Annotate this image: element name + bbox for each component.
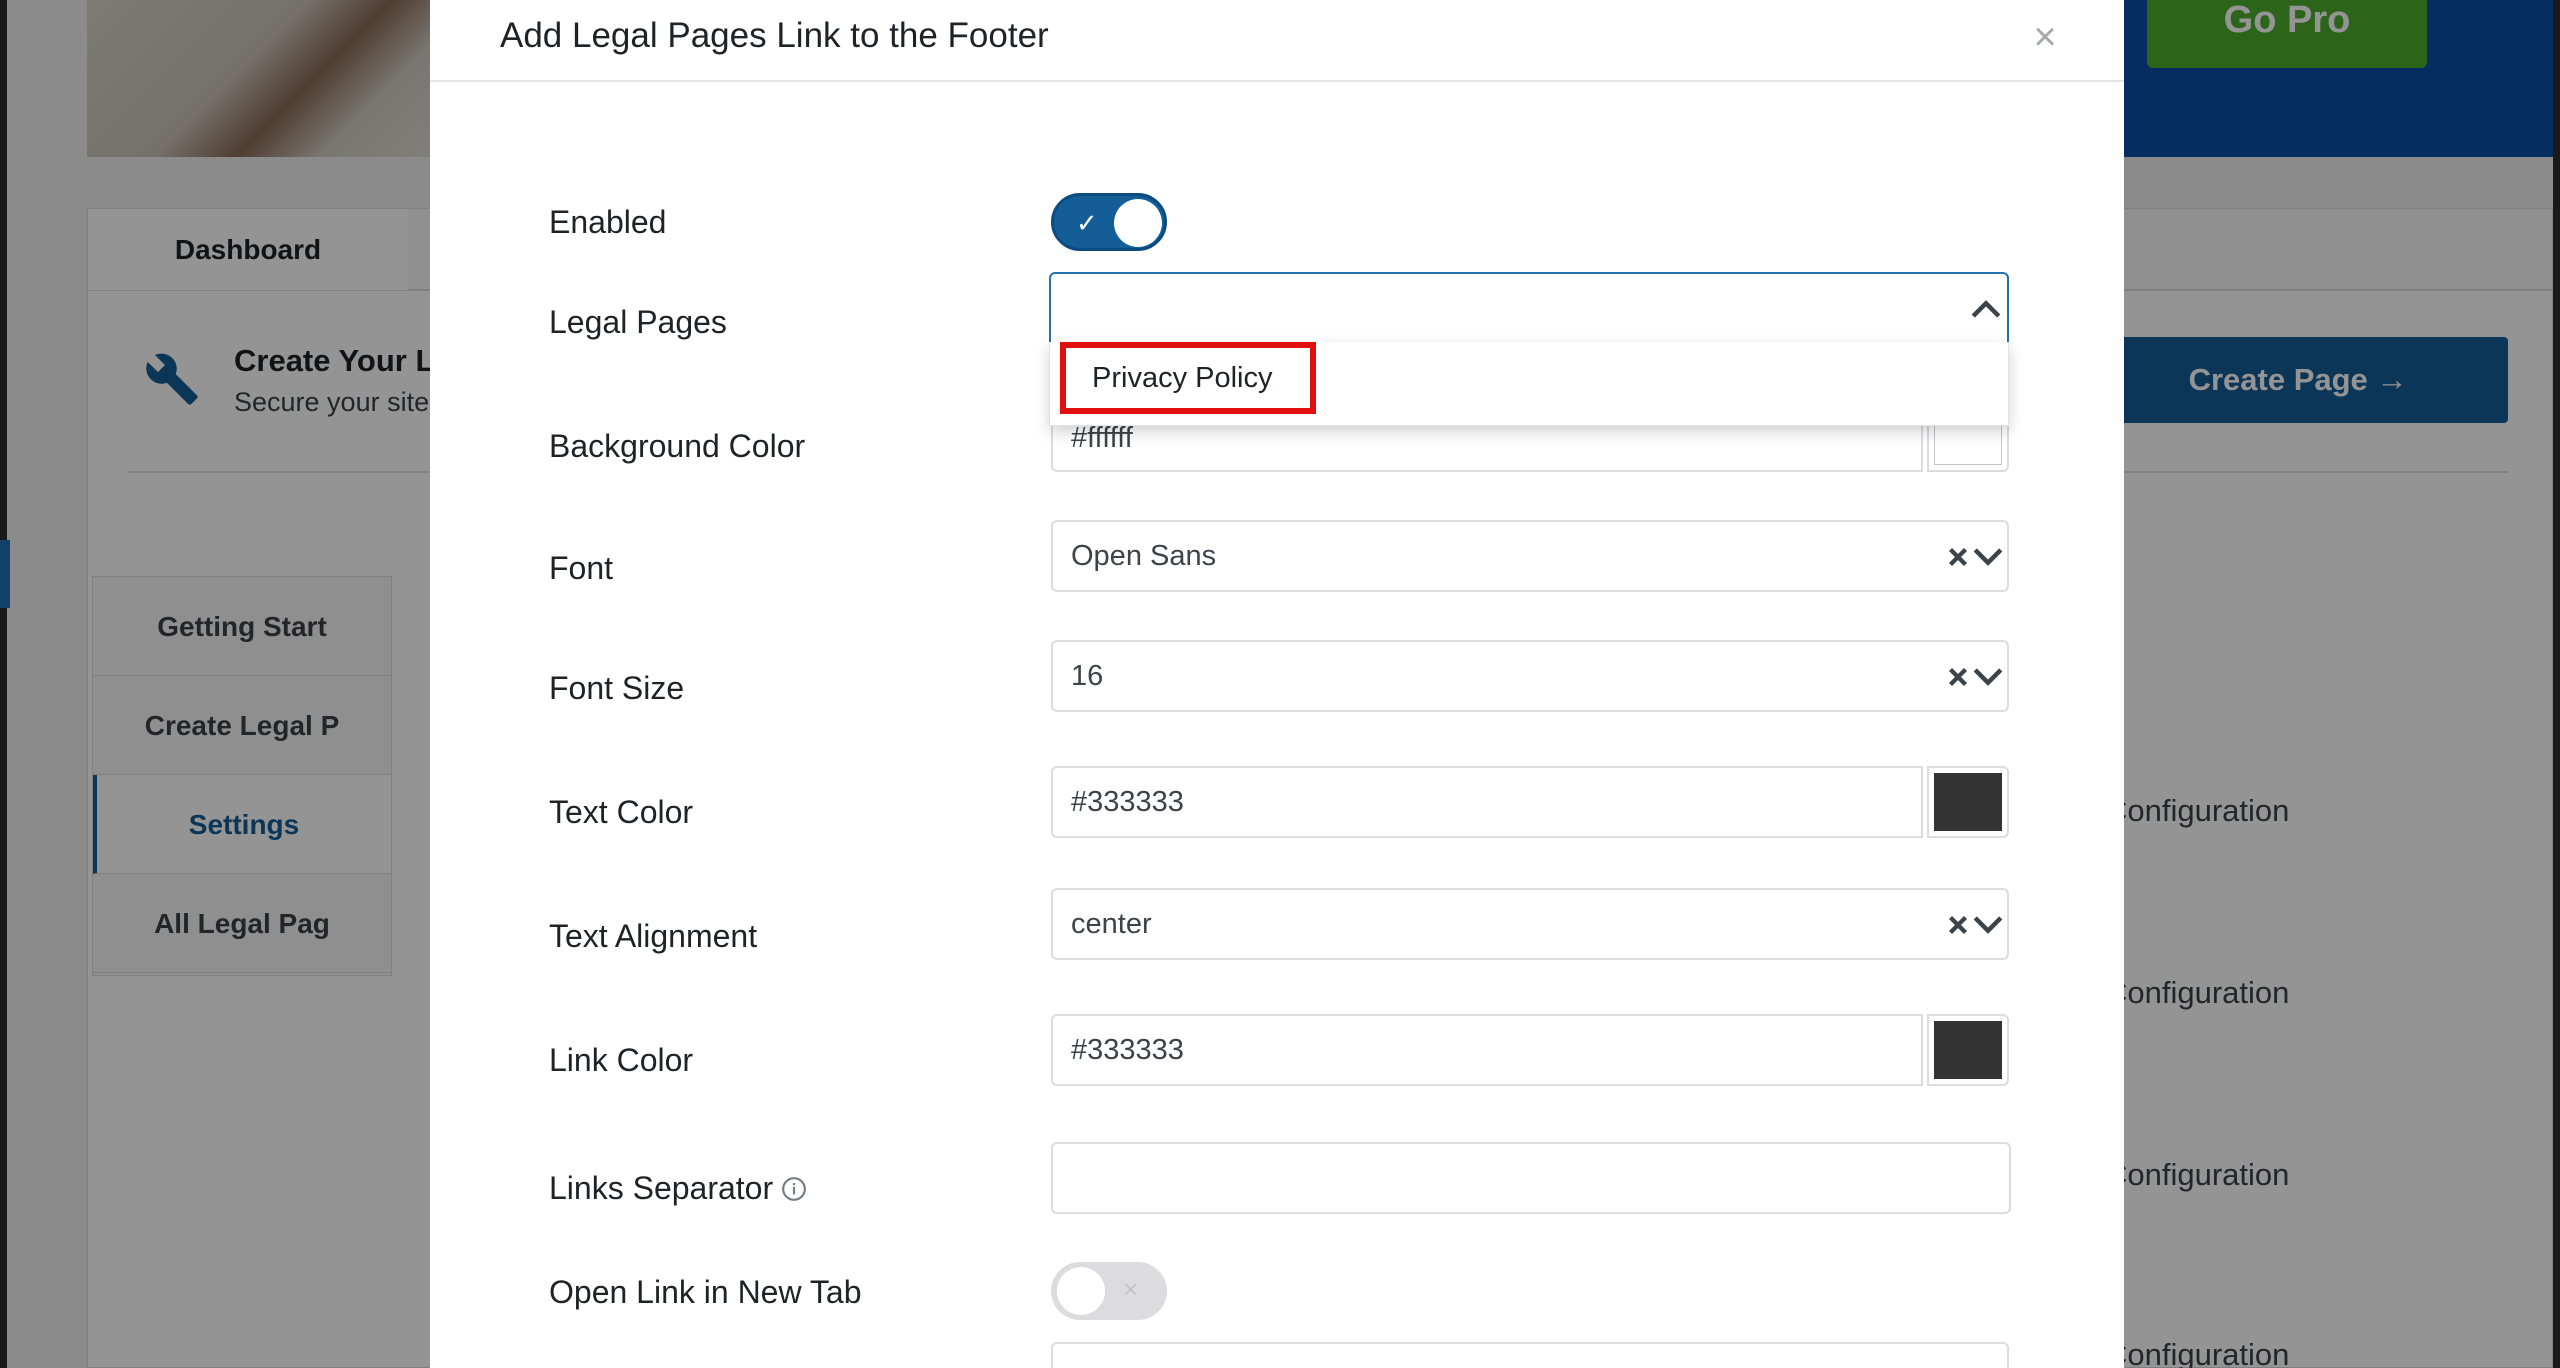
x-icon: × (1123, 1274, 1139, 1304)
toggle-knob (1057, 1267, 1105, 1315)
background-color-label: Background Color (549, 428, 806, 464)
font-size-select[interactable]: 16 (1051, 640, 2009, 712)
close-icon[interactable]: × (2020, 12, 2070, 62)
font-select[interactable]: Open Sans (1051, 520, 2009, 592)
text-color-label: Text Color (549, 794, 694, 830)
links-separator-label: Links Separator (549, 1170, 807, 1207)
open-new-tab-toggle[interactable]: × (1051, 1262, 1167, 1320)
clear-icon[interactable] (1943, 910, 1973, 940)
footer-links-modal: Add Legal Pages Link to the Footer × Ena… (430, 0, 2124, 1368)
text-color-input[interactable]: #333333 (1051, 766, 1923, 838)
font-size-label: Font Size (549, 670, 685, 706)
links-separator-input[interactable] (1051, 1142, 2011, 1214)
enabled-label: Enabled (549, 204, 667, 240)
link-color-input[interactable]: #333333 (1051, 1014, 1923, 1086)
legal-pages-dropdown: Privacy Policy (1049, 342, 2009, 426)
chevron-up-icon[interactable] (1969, 294, 2003, 324)
option-privacy-policy[interactable]: Privacy Policy (1060, 342, 1316, 414)
link-color-swatch[interactable] (1927, 1014, 2009, 1086)
chevron-down-icon[interactable] (1971, 662, 2005, 692)
modal-header: Add Legal Pages Link to the Footer × (430, 0, 2124, 82)
chevron-down-icon[interactable] (1971, 910, 2005, 940)
color-fill (1934, 773, 2002, 831)
legal-pages-label: Legal Pages (549, 304, 727, 340)
next-field[interactable] (1051, 1342, 2009, 1368)
enabled-toggle[interactable]: ✓ (1051, 193, 1167, 251)
text-alignment-label: Text Alignment (549, 918, 758, 954)
text-alignment-select[interactable]: center (1051, 888, 2009, 960)
link-color-label: Link Color (549, 1042, 694, 1078)
legal-pages-select[interactable] (1049, 272, 2009, 344)
open-new-tab-label: Open Link in New Tab (549, 1274, 862, 1310)
clear-icon[interactable] (1943, 542, 1973, 572)
toggle-knob (1114, 199, 1162, 247)
check-icon: ✓ (1076, 208, 1098, 238)
clear-icon[interactable] (1943, 662, 1973, 692)
info-icon[interactable] (781, 1176, 807, 1202)
chevron-down-icon[interactable] (1971, 542, 2005, 572)
modal-title: Add Legal Pages Link to the Footer (500, 16, 1049, 55)
font-label: Font (549, 550, 614, 586)
color-fill (1934, 1021, 2002, 1079)
text-color-swatch[interactable] (1927, 766, 2009, 838)
